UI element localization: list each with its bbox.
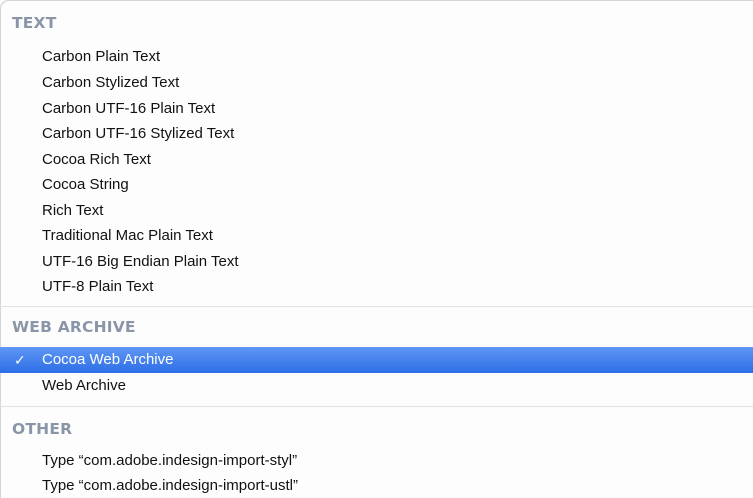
menu-item-label: UTF-8 Plain Text [42, 278, 154, 295]
menu-item-label: Carbon Plain Text [42, 48, 161, 65]
menu-item-label: Traditional Mac Plain Text [42, 227, 213, 244]
menu-item-carbon-utf16-plain-text[interactable]: Carbon UTF-16 Plain Text [0, 96, 753, 122]
menu-item-utf8-plain-text[interactable]: UTF-8 Plain Text [0, 274, 753, 300]
menu-item-rich-text[interactable]: Rich Text [0, 198, 753, 224]
menu-item-label: Web Archive [42, 377, 126, 394]
menu-item-type-indesign-import-ustl[interactable]: Type “com.adobe.indesign-import-ustl” [0, 473, 753, 498]
menu-item-label: Carbon UTF-16 Plain Text [42, 100, 216, 117]
menu-item-label: Carbon UTF-16 Stylized Text [42, 125, 235, 142]
menu-item-label: Cocoa Rich Text [42, 151, 151, 168]
menu-item-utf16-big-endian-plain-text[interactable]: UTF-16 Big Endian Plain Text [0, 249, 753, 275]
menu-item-label: Type “com.adobe.indesign-import-styl” [42, 452, 298, 469]
menu-item-label: UTF-16 Big Endian Plain Text [42, 253, 239, 270]
section-header-text: TEXT [12, 14, 57, 32]
menu-item-carbon-plain-text[interactable]: Carbon Plain Text [0, 44, 753, 70]
menu-item-label: Cocoa String [42, 176, 129, 193]
menu-item-label: Rich Text [42, 202, 104, 219]
menu-separator [0, 306, 753, 307]
checkmark-icon: ✓ [14, 352, 26, 368]
section-header-other: OTHER [12, 420, 73, 438]
menu-item-type-indesign-import-styl[interactable]: Type “com.adobe.indesign-import-styl” [0, 448, 753, 474]
format-menu: TEXT Carbon Plain Text Carbon Stylized T… [0, 0, 753, 498]
menu-item-traditional-mac-plain-text[interactable]: Traditional Mac Plain Text [0, 223, 753, 249]
menu-item-cocoa-string[interactable]: Cocoa String [0, 172, 753, 198]
menu-item-carbon-stylized-text[interactable]: Carbon Stylized Text [0, 70, 753, 96]
menu-item-label: Cocoa Web Archive [42, 351, 174, 368]
menu-separator [0, 406, 753, 407]
menu-item-carbon-utf16-stylized-text[interactable]: Carbon UTF-16 Stylized Text [0, 121, 753, 147]
section-header-web-archive: WEB ARCHIVE [12, 318, 136, 336]
menu-item-cocoa-rich-text[interactable]: Cocoa Rich Text [0, 147, 753, 173]
menu-item-cocoa-web-archive[interactable]: ✓ Cocoa Web Archive [0, 347, 753, 373]
menu-item-label: Carbon Stylized Text [42, 74, 180, 91]
menu-item-web-archive[interactable]: Web Archive [0, 373, 753, 399]
menu-item-label: Type “com.adobe.indesign-import-ustl” [42, 477, 298, 494]
